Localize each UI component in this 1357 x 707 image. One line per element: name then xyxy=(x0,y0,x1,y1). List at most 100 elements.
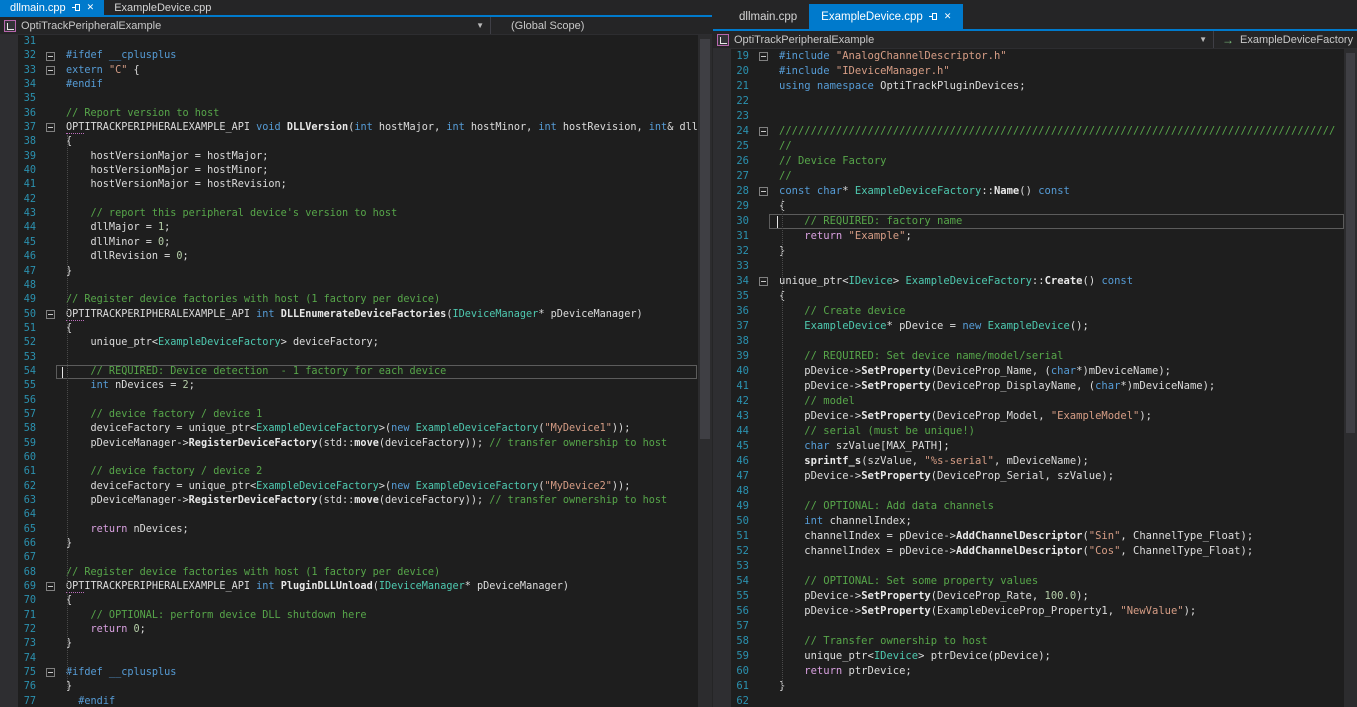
text-cursor xyxy=(62,367,63,378)
code-line: 75#ifdef __cplusplus xyxy=(0,666,712,680)
code-line: 36// Report version to host xyxy=(0,107,712,121)
close-icon[interactable]: ✕ xyxy=(87,3,95,12)
class-icon xyxy=(4,20,16,32)
line-number: 36 xyxy=(0,107,44,121)
line-number: 29 xyxy=(713,199,757,214)
code-line: 31 xyxy=(0,35,712,49)
fold-marker[interactable] xyxy=(759,127,768,136)
left-vertical-scrollbar[interactable] xyxy=(698,35,712,707)
code-line: 65 return nDevices; xyxy=(0,523,712,537)
fold-marker[interactable] xyxy=(46,52,55,61)
line-number: 59 xyxy=(713,649,757,664)
code-line: 51 channelIndex = pDevice->AddChannelDes… xyxy=(713,529,1357,544)
tab-dllmain[interactable]: dllmain.cpp ✕ xyxy=(0,0,104,15)
project-scope-dropdown[interactable]: OptiTrackPeripheralExample ▼ xyxy=(0,17,490,34)
line-number: 69 xyxy=(0,580,44,594)
line-number: 59 xyxy=(0,437,44,451)
right-tab-strip: dllmain.cpp ExampleDevice.cpp ✕ xyxy=(713,0,1357,31)
project-scope-dropdown[interactable]: OptiTrackPeripheralExample ▼ xyxy=(713,31,1213,48)
tab-label: ExampleDevice.cpp xyxy=(114,2,211,14)
code-line: 46 dllRevision = 0; xyxy=(0,250,712,264)
code-line: 34#endif xyxy=(0,78,712,92)
tab-exampledevice[interactable]: ExampleDevice.cpp xyxy=(104,0,221,15)
line-number: 54 xyxy=(0,365,44,379)
line-number: 46 xyxy=(713,454,757,469)
fold-marker[interactable] xyxy=(46,66,55,75)
pin-icon[interactable] xyxy=(929,12,938,21)
tab-label: dllmain.cpp xyxy=(739,11,797,23)
code-line: 43 // report this peripheral device's ve… xyxy=(0,207,712,221)
code-line: 22 xyxy=(713,94,1357,109)
chevron-down-icon: ▼ xyxy=(1199,35,1207,44)
code-line: 61} xyxy=(713,679,1357,694)
line-number: 27 xyxy=(713,169,757,184)
fold-marker[interactable] xyxy=(759,277,768,286)
code-line: 28const char* ExampleDeviceFactory::Name… xyxy=(713,184,1357,199)
left-code-editor[interactable]: 3132#ifdef __cplusplus33extern "C" {34#e… xyxy=(0,35,712,707)
code-line: 30 // REQUIRED: factory name xyxy=(713,214,1357,229)
fold-marker[interactable] xyxy=(46,668,55,677)
line-number: 44 xyxy=(0,221,44,235)
line-number: 22 xyxy=(713,94,757,109)
code-line: 41 pDevice->SetProperty(DeviceProp_Displ… xyxy=(713,379,1357,394)
line-number: 53 xyxy=(713,559,757,574)
right-vertical-scrollbar[interactable] xyxy=(1344,49,1357,707)
scope-label: OptiTrackPeripheralExample xyxy=(21,20,161,32)
fold-marker[interactable] xyxy=(46,582,55,591)
tab-exampledevice[interactable]: ExampleDevice.cpp ✕ xyxy=(809,4,963,29)
code-line: 66} xyxy=(0,537,712,551)
line-number: 70 xyxy=(0,594,44,608)
code-line: 32#ifdef __cplusplus xyxy=(0,49,712,63)
line-number: 54 xyxy=(713,574,757,589)
code-line: 62 deviceFactory = unique_ptr<ExampleDev… xyxy=(0,480,712,494)
scrollbar-thumb[interactable] xyxy=(1346,53,1355,433)
code-line: 46 sprintf_s(szValue, "%s-serial", mDevi… xyxy=(713,454,1357,469)
member-dropdown[interactable]: → ExampleDeviceFactory xyxy=(1214,31,1353,48)
code-line: 53 xyxy=(713,559,1357,574)
line-number: 55 xyxy=(713,589,757,604)
pin-icon[interactable] xyxy=(72,3,81,12)
code-line: 55 int nDevices = 2; xyxy=(0,379,712,393)
scrollbar-thumb[interactable] xyxy=(700,39,710,439)
code-line: 44 // serial (must be unique!) xyxy=(713,424,1357,439)
line-number: 36 xyxy=(713,304,757,319)
fold-marker[interactable] xyxy=(46,123,55,132)
code-line: 76} xyxy=(0,680,712,694)
code-line: 24//////////////////////////////////////… xyxy=(713,124,1357,139)
code-line: 33 xyxy=(713,259,1357,274)
code-line: 59 pDeviceManager->RegisterDeviceFactory… xyxy=(0,437,712,451)
line-number: 56 xyxy=(0,394,44,408)
line-number: 49 xyxy=(713,499,757,514)
line-number: 62 xyxy=(713,694,757,707)
fold-marker[interactable] xyxy=(46,310,55,319)
line-number: 37 xyxy=(713,319,757,334)
code-line: 38 xyxy=(713,334,1357,349)
code-line: 58 // Transfer ownership to host xyxy=(713,634,1357,649)
line-number: 66 xyxy=(0,537,44,551)
line-number: 38 xyxy=(713,334,757,349)
code-line: 40 hostVersionMajor = hostMinor; xyxy=(0,164,712,178)
right-code-editor[interactable]: 19#include "AnalogChannelDescriptor.h"20… xyxy=(713,49,1357,707)
code-line: 51{ xyxy=(0,322,712,336)
line-number: 49 xyxy=(0,293,44,307)
indent-guide xyxy=(67,135,68,688)
line-number: 32 xyxy=(0,49,44,63)
fold-marker[interactable] xyxy=(759,52,768,61)
code-line: 56 pDevice->SetProperty(ExampleDevicePro… xyxy=(713,604,1357,619)
code-line: 54 // REQUIRED: Device detection - 1 fac… xyxy=(0,365,712,379)
close-icon[interactable]: ✕ xyxy=(944,12,952,21)
code-line: 39 hostVersionMajor = hostMajor; xyxy=(0,150,712,164)
tab-label: dllmain.cpp xyxy=(10,2,66,14)
line-number: 51 xyxy=(713,529,757,544)
member-dropdown[interactable]: (Global Scope) xyxy=(491,17,584,34)
line-number: 24 xyxy=(713,124,757,139)
line-number: 46 xyxy=(0,250,44,264)
code-line: 62 xyxy=(713,694,1357,707)
indent-guide xyxy=(782,199,783,687)
fold-marker[interactable] xyxy=(759,187,768,196)
tab-dllmain[interactable]: dllmain.cpp xyxy=(727,4,809,29)
line-number: 44 xyxy=(713,424,757,439)
member-arrow-icon: → xyxy=(1222,33,1234,47)
line-number: 75 xyxy=(0,666,44,680)
line-number: 26 xyxy=(713,154,757,169)
